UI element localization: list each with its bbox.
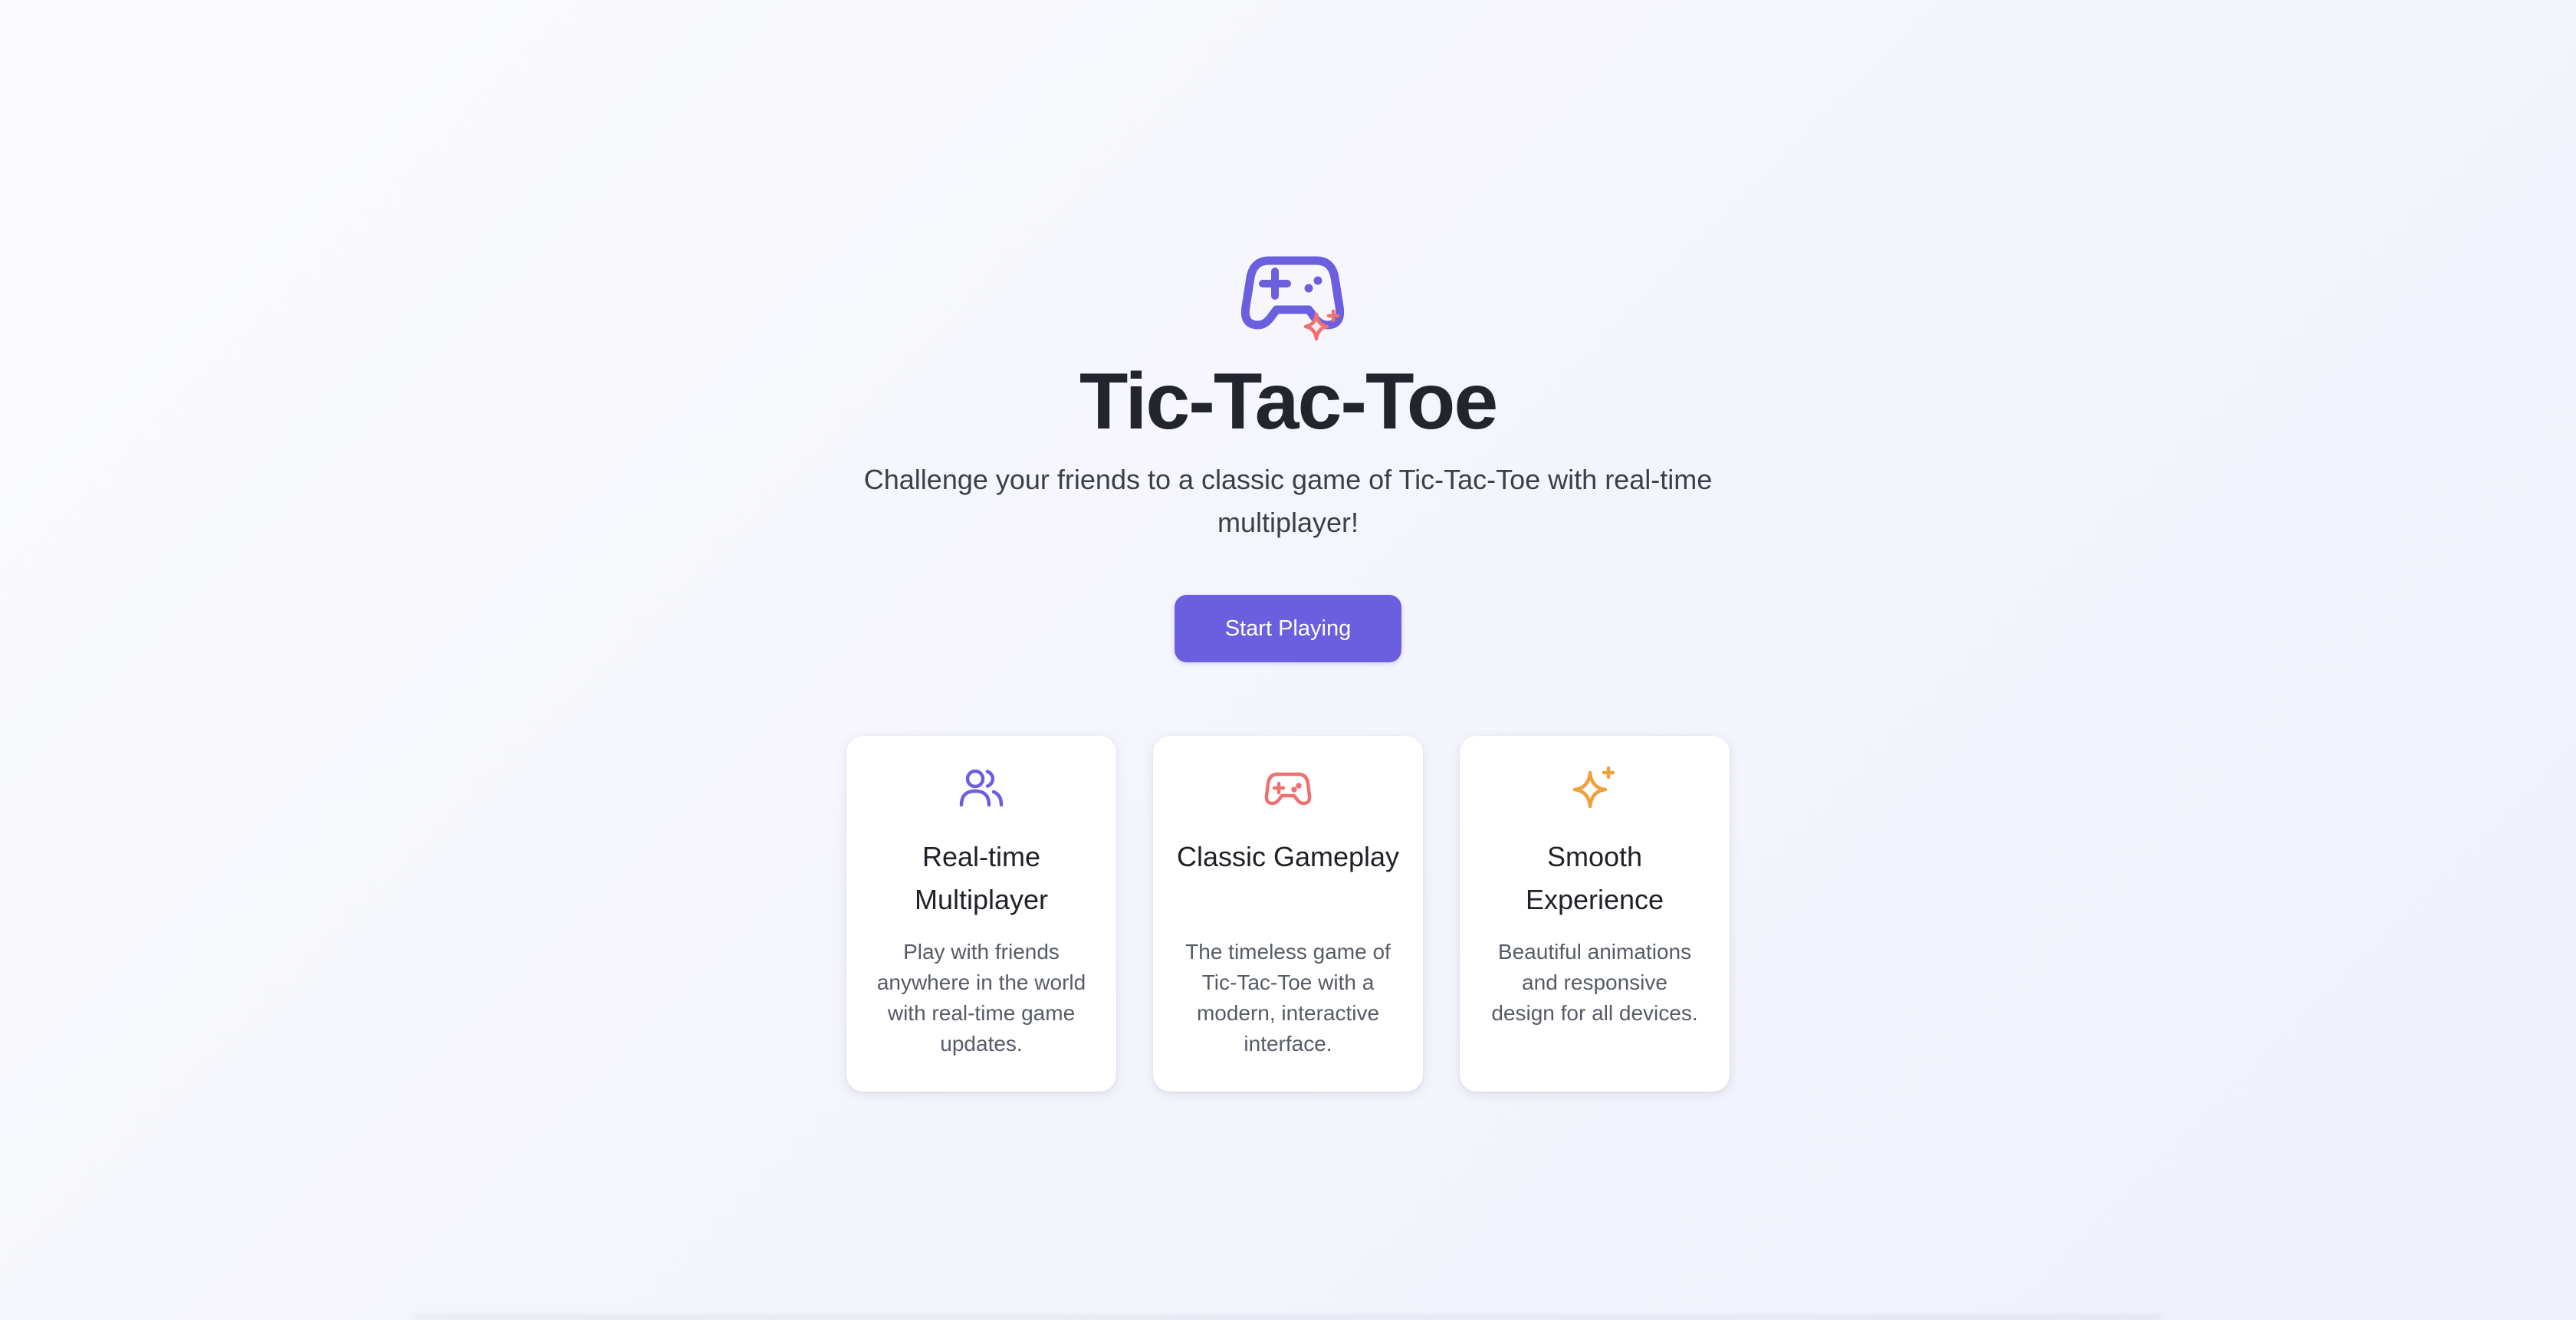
page-subtitle: Challenge your friends to a classic game… <box>863 464 1713 538</box>
feature-description: Play with friends anywhere in the world … <box>876 940 1086 1056</box>
feature-card-multiplayer: Real-time Multiplayer Play with friends … <box>846 736 1116 1092</box>
page-title: Tic-Tac-Toe <box>1079 357 1498 446</box>
start-playing-button[interactable]: Start Playing <box>1175 595 1401 662</box>
feature-card-experience: Smooth Experience Beautiful animations a… <box>1460 736 1730 1092</box>
gamepad-icon <box>1263 763 1313 813</box>
feature-title: Real-time Multiplayer <box>914 841 1049 915</box>
bottom-edge-shadow <box>414 1315 2162 1320</box>
gamepad-sparkle-icon <box>1235 248 1352 348</box>
feature-card-gameplay: Classic Gameplay The timeless game of Ti… <box>1153 736 1423 1092</box>
feature-description: The timeless game of Tic-Tac-Toe with a … <box>1185 940 1391 1056</box>
feature-title: Smooth Experience <box>1525 841 1664 915</box>
feature-title: Classic Gameplay <box>1176 841 1400 872</box>
feature-description: Beautiful animations and responsive desi… <box>1491 940 1698 1025</box>
sparkles-icon <box>1570 763 1619 813</box>
users-icon <box>957 763 1006 813</box>
